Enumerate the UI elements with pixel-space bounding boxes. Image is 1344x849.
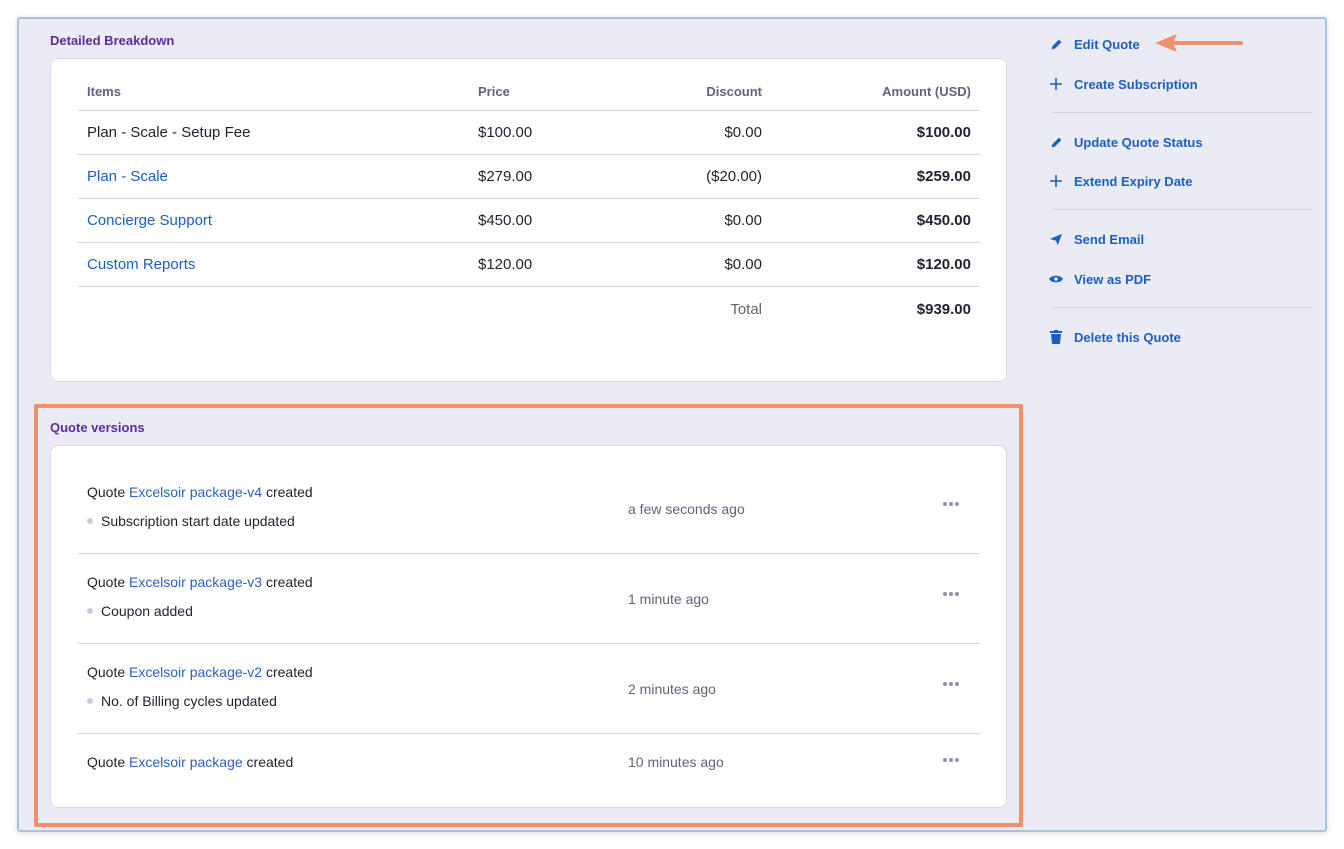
bullet-dot [87,518,93,524]
trash-icon [1048,329,1064,345]
header-price: Price [478,84,510,99]
view-as-pdf-button[interactable]: View as PDF [1048,265,1312,293]
table-row: Plan - Scale - Setup Fee $100.00 $0.00 $… [78,111,980,155]
item-price: $100.00 [478,124,533,141]
plus-icon [1048,76,1064,92]
delete-quote-button[interactable]: Delete this Quote [1048,323,1312,351]
version-time: a few seconds ago [628,501,745,517]
version-link[interactable]: Excelsoir package-v2 [129,664,262,680]
edit-quote-label: Edit Quote [1074,36,1140,52]
item-name: Plan - Scale - Setup Fee [87,124,251,141]
version-title: Quote Excelsoir package-v4 created [87,484,313,500]
version-suffix: created [265,574,313,590]
list-item: Quote Excelsoir package created 10 minut… [78,734,980,790]
version-change-text: No. of Billing cycles updated [101,693,277,709]
version-link[interactable]: Excelsoir package [129,754,243,770]
item-link[interactable]: Plan - Scale [78,168,478,185]
annotation-arrow-icon [1155,34,1243,52]
create-subscription-button[interactable]: Create Subscription [1048,70,1312,98]
item-price: $120.00 [478,256,533,273]
table-row: Custom Reports $120.00 $0.00 $120.00 [78,243,980,287]
more-horizontal-icon[interactable] [938,586,964,602]
versions-card: Quote Excelsoir package-v4 created Subsc… [50,445,1007,808]
pencil-icon [1048,134,1064,150]
item-amount: $120.00 [916,256,971,273]
quote-actions-panel: Edit Quote Create Subscription Update Qu… [1048,30,1312,351]
item-amount: $450.00 [916,212,971,229]
pencil-icon [1048,36,1064,52]
more-horizontal-icon[interactable] [938,752,964,768]
header-amount: Amount (USD) [882,84,971,99]
item-discount: ($20.00) [706,168,762,185]
extend-expiry-date-button[interactable]: Extend Expiry Date [1048,167,1312,195]
version-change-text: Coupon added [101,603,193,619]
bullet-dot [87,608,93,614]
breakdown-table: Items Price Discount Amount (USD) Plan -… [78,73,980,331]
item-discount: $0.00 [724,256,762,273]
breakdown-title: Detailed Breakdown [50,33,175,48]
table-header-row: Items Price Discount Amount (USD) [78,73,980,111]
version-prefix: Quote [87,664,126,680]
divider [1052,307,1312,308]
divider [1052,209,1312,210]
version-time: 1 minute ago [628,591,709,607]
bullet-dot [87,698,93,704]
version-change: Coupon added [87,603,193,619]
send-email-button[interactable]: Send Email [1048,225,1312,253]
list-item: Quote Excelsoir package-v3 created Coupo… [78,554,980,644]
table-row: Plan - Scale $279.00 ($20.00) $259.00 [78,155,980,199]
header-discount: Discount [706,84,762,99]
total-label: Total [730,300,762,318]
item-price: $279.00 [478,168,533,185]
item-link[interactable]: Custom Reports [78,256,478,273]
version-change: Subscription start date updated [87,513,295,529]
total-value: $939.00 [916,300,971,318]
version-suffix: created [265,484,313,500]
version-prefix: Quote [87,754,126,770]
item-amount: $100.00 [916,124,971,141]
version-time: 10 minutes ago [628,754,724,770]
list-item: Quote Excelsoir package-v4 created Subsc… [78,464,980,554]
version-change: No. of Billing cycles updated [87,693,277,709]
version-link[interactable]: Excelsoir package-v3 [129,574,262,590]
item-price: $450.00 [478,212,533,229]
version-prefix: Quote [87,574,126,590]
list-item: Quote Excelsoir package-v2 created No. o… [78,644,980,734]
version-change-text: Subscription start date updated [101,513,295,529]
update-quote-status-label: Update Quote Status [1074,134,1203,150]
versions-list: Quote Excelsoir package-v4 created Subsc… [78,464,980,790]
more-horizontal-icon[interactable] [938,496,964,512]
more-horizontal-icon[interactable] [938,676,964,692]
version-title: Quote Excelsoir package created [87,754,293,770]
version-title: Quote Excelsoir package-v2 created [87,664,313,680]
item-discount: $0.00 [724,124,762,141]
header-items: Items [87,84,121,99]
table-row: Concierge Support $450.00 $0.00 $450.00 [78,199,980,243]
plus-icon [1048,173,1064,189]
update-quote-status-button[interactable]: Update Quote Status [1048,128,1312,156]
table-total-row: Total $939.00 [78,287,980,331]
item-discount: $0.00 [724,212,762,229]
view-as-pdf-label: View as PDF [1074,271,1152,287]
delete-quote-label: Delete this Quote [1074,329,1181,345]
breakdown-card: Items Price Discount Amount (USD) Plan -… [50,58,1007,382]
version-title: Quote Excelsoir package-v3 created [87,574,313,590]
version-suffix: created [246,754,294,770]
send-email-label: Send Email [1074,231,1145,247]
versions-title: Quote versions [50,420,145,435]
version-time: 2 minutes ago [628,681,716,697]
version-link[interactable]: Excelsoir package-v4 [129,484,262,500]
version-suffix: created [265,664,313,680]
divider [1052,112,1312,113]
extend-expiry-date-label: Extend Expiry Date [1074,173,1193,189]
paper-plane-icon [1048,231,1064,247]
create-subscription-label: Create Subscription [1074,76,1198,92]
eye-icon [1048,271,1064,287]
item-link[interactable]: Concierge Support [78,212,478,229]
item-amount: $259.00 [916,168,971,185]
version-prefix: Quote [87,484,126,500]
